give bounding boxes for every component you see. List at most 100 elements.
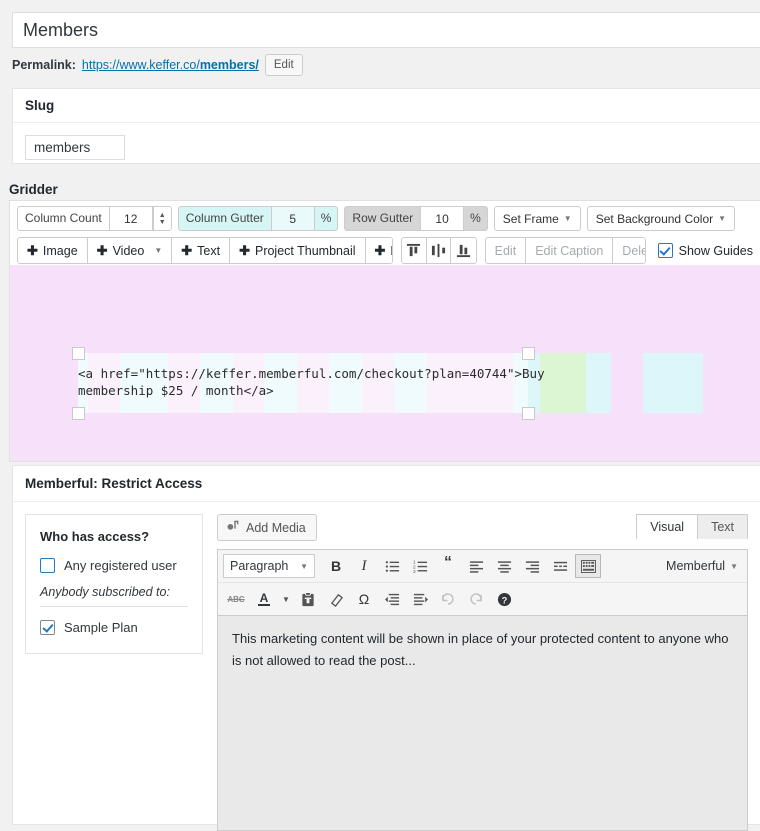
undo-icon[interactable] <box>435 587 461 611</box>
chevron-down-icon[interactable]: ▼ <box>279 587 293 611</box>
add-video-button[interactable]: ✚ Video ▼ <box>88 238 173 263</box>
align-top-icon[interactable] <box>402 238 427 263</box>
permalink-url-prefix: https://www.keffer.co/ <box>82 58 200 72</box>
add-text-button[interactable]: ✚ Text <box>172 238 230 263</box>
add-media-label: Add Media <box>246 521 306 535</box>
editor-toolbar-row-2: ABC A ▼ <box>218 582 747 615</box>
set-background-color-label: Set Background Color <box>596 212 713 226</box>
post-title-input[interactable] <box>13 13 760 47</box>
gridder-settings-row: Column Count ▲▼ Column Gutter % Row Gutt… <box>10 201 760 231</box>
paste-as-text-icon[interactable] <box>295 587 321 611</box>
show-guides-toggle[interactable]: Show Guides <box>658 243 753 258</box>
row-gutter-label: Row Gutter <box>345 207 420 230</box>
slug-input[interactable] <box>25 135 125 160</box>
row-gutter-unit: % <box>464 207 487 230</box>
edit-element-button[interactable]: Edit <box>486 238 527 263</box>
add-more-label: More <box>390 244 393 258</box>
plus-icon: ✚ <box>375 243 386 259</box>
show-guides-checkbox[interactable] <box>658 243 673 258</box>
align-left-icon[interactable] <box>463 554 489 578</box>
row-gutter-input[interactable] <box>420 207 464 230</box>
bulleted-list-icon[interactable] <box>379 554 405 578</box>
post-title-wrapper <box>12 12 760 48</box>
permalink: Permalink: https://www.keffer.co/members… <box>12 54 303 76</box>
plus-icon: ✚ <box>181 243 192 259</box>
toggle-toolbar-icon[interactable] <box>575 554 601 578</box>
add-image-button[interactable]: ✚ Image <box>18 238 88 263</box>
slug-metabox: Slug <box>12 88 760 164</box>
memberful-metabox: Memberful: Restrict Access Who has acces… <box>12 465 760 825</box>
text-color-icon[interactable]: A <box>251 587 277 611</box>
keyboard-shortcuts-icon[interactable]: ? <box>491 587 517 611</box>
memberful-editor: Add Media Visual Text Paragraph ▼ B I <box>217 514 748 831</box>
numbered-list-icon[interactable]: 1 2 3 <box>407 554 433 578</box>
permalink-url-slug: members/ <box>200 58 259 72</box>
resize-handle-top-right[interactable] <box>522 347 535 360</box>
gridder-canvas[interactable]: <a href="https://keffer.memberful.com/ch… <box>10 265 760 461</box>
set-background-color-button[interactable]: Set Background Color ▼ <box>587 206 735 231</box>
blockquote-icon[interactable]: “ <box>435 554 461 578</box>
clear-formatting-icon[interactable] <box>323 587 349 611</box>
memberful-body: Who has access? Any registered user Anyb… <box>13 502 760 831</box>
bold-icon[interactable]: B <box>323 554 349 578</box>
column-gutter-input[interactable] <box>271 207 315 230</box>
column-count-group: Column Count ▲▼ <box>17 206 172 231</box>
insert-read-more-icon[interactable] <box>547 554 573 578</box>
increase-indent-icon[interactable] <box>407 587 433 611</box>
gridder-panel: Column Count ▲▼ Column Gutter % Row Gutt… <box>9 200 760 462</box>
redo-icon[interactable] <box>463 587 489 611</box>
plus-icon: ✚ <box>97 243 108 259</box>
italic-icon[interactable]: I <box>351 554 377 578</box>
edit-element-label: Edit <box>495 244 517 258</box>
permalink-edit-button[interactable]: Edit <box>265 54 303 76</box>
row-gutter-group: Row Gutter % <box>344 206 487 231</box>
paragraph-format-select[interactable]: Paragraph ▼ <box>223 554 315 578</box>
column-count-label: Column Count <box>18 207 109 230</box>
editor-mode-tabs: Visual Text <box>636 514 748 539</box>
align-middle-icon[interactable] <box>427 238 452 263</box>
add-project-thumbnail-button[interactable]: ✚ Project Thumbnail <box>230 238 365 263</box>
add-media-icon <box>226 519 240 536</box>
plan-checkbox-sample-plan[interactable] <box>40 620 55 635</box>
permalink-link[interactable]: https://www.keffer.co/members/ <box>82 58 259 72</box>
tab-visual[interactable]: Visual <box>636 514 698 539</box>
add-more-button[interactable]: ✚ More ▼ <box>366 238 394 263</box>
resize-handle-bottom-left[interactable] <box>72 407 85 420</box>
plan-row-sample-plan[interactable]: Sample Plan <box>40 620 188 635</box>
editor-toolbar: Paragraph ▼ B I 1 <box>217 549 748 616</box>
set-frame-button[interactable]: Set Frame ▼ <box>494 206 581 231</box>
resize-handle-top-left[interactable] <box>72 347 85 360</box>
delete-element-button[interactable]: Delete <box>613 238 645 263</box>
paragraph-format-value: Paragraph <box>230 559 288 573</box>
column-count-stepper[interactable]: ▲▼ <box>153 207 171 230</box>
access-panel: Who has access? Any registered user Anyb… <box>25 514 203 654</box>
chevron-down-icon: ▼ <box>300 562 308 571</box>
any-registered-user-label: Any registered user <box>64 558 177 573</box>
column-gutter-group: Column Gutter % <box>178 206 339 231</box>
insert-buttons-group: ✚ Image ✚ Video ▼ ✚ Text ✚ Project Thumb… <box>17 237 393 264</box>
align-bottom-icon[interactable] <box>451 238 475 263</box>
slug-metabox-body <box>13 123 760 172</box>
resize-handle-bottom-right[interactable] <box>522 407 535 420</box>
memberful-menu-button[interactable]: Memberful ▼ <box>666 559 742 573</box>
chevron-down-icon: ▼ <box>154 246 162 255</box>
tab-text[interactable]: Text <box>698 514 748 539</box>
strikethrough-icon[interactable]: ABC <box>223 587 249 611</box>
edit-caption-button[interactable]: Edit Caption <box>526 238 613 263</box>
add-text-label: Text <box>197 244 220 258</box>
any-registered-user-row[interactable]: Any registered user <box>40 558 188 573</box>
grid-element-code: <a href="https://keffer.memberful.com/ch… <box>78 365 548 399</box>
add-media-button[interactable]: Add Media <box>217 514 317 541</box>
memberful-metabox-title: Memberful: Restrict Access <box>13 466 760 502</box>
any-registered-user-checkbox[interactable] <box>40 558 55 573</box>
column-count-input[interactable] <box>109 207 153 230</box>
align-center-icon[interactable] <box>491 554 517 578</box>
add-image-label: Image <box>43 244 78 258</box>
special-character-icon[interactable]: Ω <box>351 587 377 611</box>
chevron-down-icon: ▼ <box>564 214 572 223</box>
decrease-indent-icon[interactable] <box>379 587 405 611</box>
align-right-icon[interactable] <box>519 554 545 578</box>
chevron-down-icon: ▼ <box>718 214 726 223</box>
plus-icon: ✚ <box>27 243 38 259</box>
editor-content-area[interactable]: This marketing content will be shown in … <box>217 616 748 831</box>
